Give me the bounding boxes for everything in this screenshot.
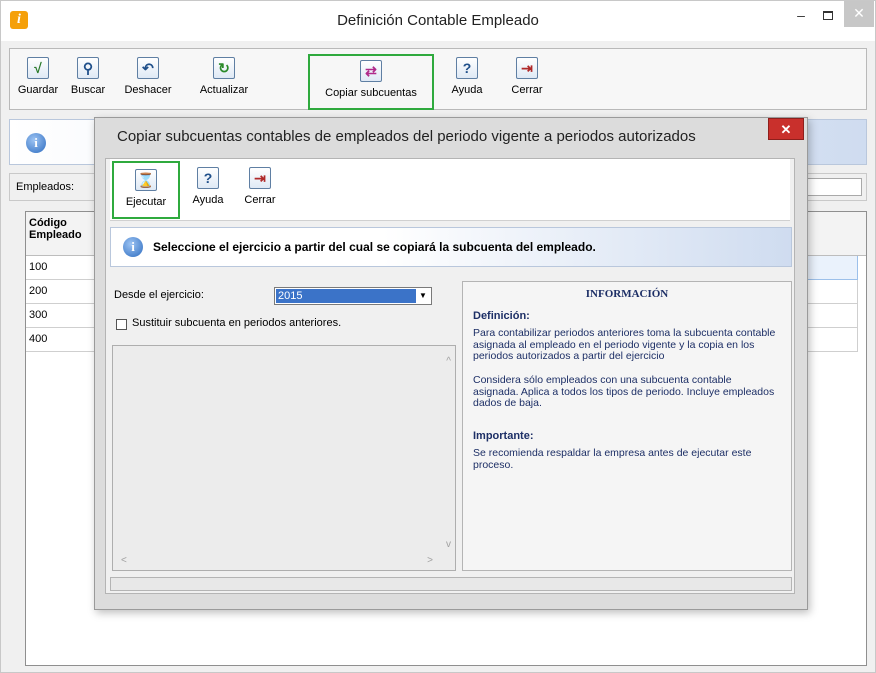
definicion-text-2: Considera sólo empleados con una subcuen… [473,374,775,409]
desde-ejercicio-label: Desde el ejercicio: [114,289,204,301]
dialog-info-banner: i Seleccione el ejercicio a partir del c… [110,227,792,267]
ayuda-label: Ayuda [451,84,483,96]
definicion-heading: Definición: [473,310,530,322]
dialog-cerrar-label: Cerrar [244,194,276,206]
ayuda-button[interactable]: ? Ayuda [444,49,490,109]
copiar-subcuentas-label: Copiar subcuentas [325,87,417,99]
dialog-cerrar-button[interactable]: ⇥ Cerrar [238,161,282,219]
dialog-close-button[interactable]: ✕ [768,118,804,140]
exit-icon: ⇥ [249,167,271,189]
people-copy-icon: ⇄ [360,60,382,82]
ejecutar-label: Ejecutar [125,196,167,208]
scroll-right-icon[interactable]: > [427,555,433,566]
definicion-text: Para contabilizar periodos anteriores to… [473,327,776,362]
employees-label: Empleados: [16,181,75,193]
dialog-toolbar: ⌛ Ejecutar ? Ayuda ⇥ Cerrar [110,159,790,221]
dialog-status-bar [110,577,792,591]
dialog-ayuda-label: Ayuda [192,194,224,206]
deshacer-label: Deshacer [124,84,172,96]
actualizar-button[interactable]: ↻ Actualizar [188,49,260,109]
actualizar-label: Actualizar [199,84,249,96]
desde-ejercicio-value: 2015 [276,289,416,303]
minimize-button[interactable]: – [786,5,816,27]
table-row[interactable]: 200 [26,280,96,304]
refresh-icon: ↻ [213,57,235,79]
window-title: Definición Contable Empleado [337,12,539,29]
scroll-up-icon[interactable]: ^ [446,356,451,367]
chevron-down-icon[interactable]: ▼ [416,289,430,303]
cerrar-button[interactable]: ⇥ Cerrar [504,49,550,109]
help-icon: ? [197,167,219,189]
copy-subaccounts-dialog: Copiar subcuentas contables de empleados… [94,117,808,610]
dialog-title: Copiar subcuentas contables de empleados… [117,128,696,145]
desde-ejercicio-select[interactable]: 2015 ▼ [274,287,432,305]
importante-text: Se recomienda respaldar la empresa antes… [473,447,752,471]
information-title: INFORMACIÓN [585,288,669,300]
dialog-body: ⌛ Ejecutar ? Ayuda ⇥ Cerrar i Seleccione… [105,158,795,594]
dialog-ayuda-button[interactable]: ? Ayuda [186,161,230,219]
cerrar-label: Cerrar [511,84,543,96]
buscar-button[interactable]: ⚲ Buscar [66,49,110,109]
dialog-info-message: Seleccione el ejercicio a partir del cua… [153,240,596,254]
close-window-button[interactable]: ✕ [844,1,874,27]
options-panel: Desde el ejercicio: 2015 ▼ Sustituir sub… [110,279,456,571]
maximize-button[interactable] [814,5,842,27]
sustituir-subcuenta-checkbox[interactable] [116,319,127,330]
exit-icon: ⇥ [516,57,538,79]
info-icon: i [123,237,143,257]
table-row[interactable]: 400 [26,328,96,352]
undo-icon: ↶ [137,57,159,79]
column-header-codigo[interactable]: Código Empleado [26,212,96,256]
binoculars-icon: ⚲ [77,57,99,79]
importante-heading: Importante: [473,430,534,442]
maximize-icon [823,11,833,20]
hourglass-icon: ⌛ [135,169,157,191]
table-row[interactable]: 100 [26,256,96,280]
help-icon: ? [456,57,478,79]
buscar-label: Buscar [70,84,106,96]
main-toolbar: √ Guardar ⚲ Buscar ↶ Deshacer ↻ Actualiz… [9,48,867,110]
info-icon: i [26,133,46,153]
sustituir-subcuenta-label[interactable]: Sustituir subcuenta en periodos anterior… [132,317,341,329]
table-row[interactable]: 300 [26,304,96,328]
information-panel: INFORMACIÓN Definición: Para contabiliza… [462,281,792,571]
ejecutar-button[interactable]: ⌛ Ejecutar [112,161,180,219]
title-bar: i Definición Contable Empleado – ✕ [1,1,875,41]
guardar-button[interactable]: √ Guardar [12,49,64,109]
deshacer-button[interactable]: ↶ Deshacer [116,49,180,109]
check-icon: √ [27,57,49,79]
scroll-left-icon[interactable]: < [121,555,127,566]
exercises-listbox[interactable]: ^ v < > [112,345,456,571]
copiar-subcuentas-button[interactable]: ⇄ Copiar subcuentas [308,54,434,110]
scroll-down-icon[interactable]: v [446,539,451,550]
guardar-label: Guardar [17,84,59,96]
